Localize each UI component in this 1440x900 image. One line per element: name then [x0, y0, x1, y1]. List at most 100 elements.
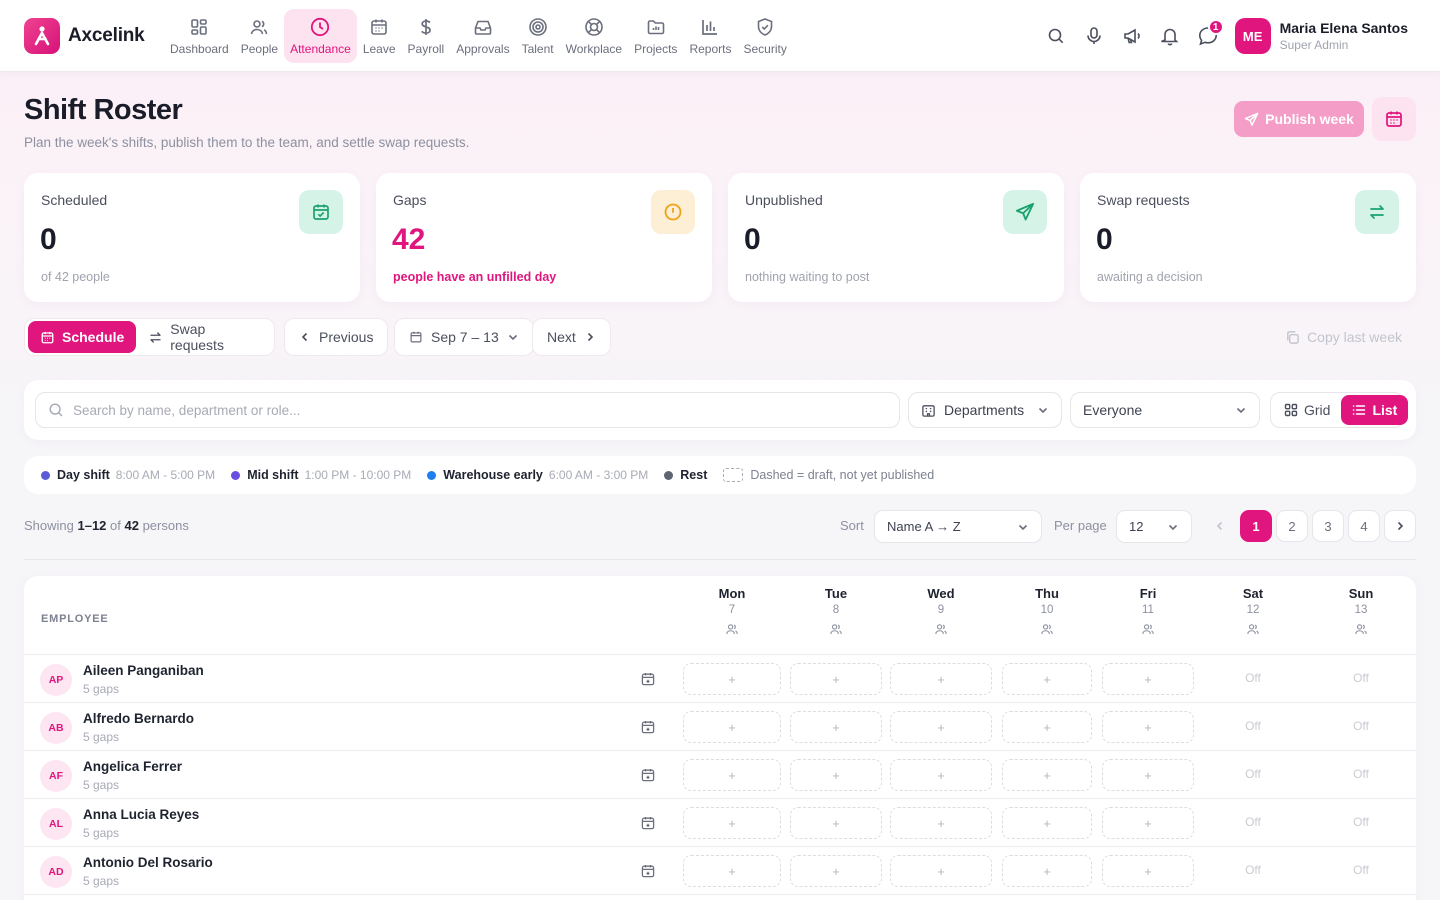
chevron-left-icon: [1214, 520, 1226, 532]
chevron-down-icon: [507, 331, 519, 343]
result-count: Showing 1–12 of 42 persons: [24, 518, 189, 533]
staff-count-icon: [1213, 622, 1293, 636]
stat-label: Unpublished: [745, 192, 823, 208]
add-shift-slot[interactable]: +: [790, 759, 882, 791]
page-2-button[interactable]: 2: [1276, 510, 1308, 542]
add-shift-slot[interactable]: +: [890, 663, 992, 695]
stat-note: nothing waiting to post: [745, 270, 870, 284]
app-logo[interactable]: Axcelink: [24, 18, 145, 54]
add-shift-slot[interactable]: +: [790, 663, 882, 695]
dashed-box-icon: [723, 468, 744, 482]
nav-approvals[interactable]: Approvals: [450, 9, 515, 63]
add-shift-slot[interactable]: +: [1102, 711, 1194, 743]
page-1-button[interactable]: 1: [1240, 510, 1272, 542]
add-shift-slot[interactable]: +: [890, 855, 992, 887]
legend-note: Dashed = draft, not yet published: [750, 468, 935, 482]
schedule-employee-icon[interactable]: [640, 863, 656, 879]
publish-week-button[interactable]: Publish week: [1234, 101, 1364, 137]
add-shift-slot[interactable]: +: [790, 807, 882, 839]
previous-week-button[interactable]: Previous: [284, 318, 389, 356]
nav-talent[interactable]: Talent: [516, 9, 560, 63]
chevron-down-icon: [1235, 404, 1247, 416]
nav-reports[interactable]: Reports: [683, 9, 737, 63]
add-shift-slot[interactable]: +: [683, 807, 781, 839]
add-shift-slot[interactable]: +: [790, 711, 882, 743]
stat-label: Gaps: [393, 192, 427, 208]
avatar: ME: [1234, 18, 1271, 54]
employee-name[interactable]: Alfredo Bernardo: [83, 711, 194, 726]
sort-select[interactable]: Name A → Z: [874, 510, 1042, 543]
employee-name[interactable]: Anna Lucia Reyes: [83, 807, 199, 822]
add-shift-slot[interactable]: +: [890, 711, 992, 743]
nav-label: Attendance: [290, 42, 351, 56]
schedule-employee-icon[interactable]: [640, 719, 656, 735]
nav-workplace[interactable]: Workplace: [560, 9, 628, 63]
nav-payroll[interactable]: Payroll: [402, 9, 451, 63]
nav-dashboard[interactable]: Dashboard: [164, 9, 235, 63]
add-shift-slot[interactable]: +: [1002, 855, 1092, 887]
search-button[interactable]: [1037, 17, 1075, 55]
calendar-view-button[interactable]: [1372, 97, 1416, 141]
copy-last-week-button[interactable]: Copy last week: [1271, 318, 1416, 356]
add-shift-slot[interactable]: +: [1002, 759, 1092, 791]
day-column-header: Wed 9: [901, 586, 981, 636]
legend-item-rest: Rest: [664, 468, 707, 482]
per-page-select[interactable]: 12: [1116, 510, 1192, 543]
scope-filter[interactable]: Everyone: [1070, 392, 1260, 428]
legend-item-mid-shift: Mid shift 1:00 PM - 10:00 PM: [231, 468, 411, 482]
off-day-label: Off: [1245, 719, 1261, 733]
nav-projects[interactable]: Projects: [628, 9, 683, 63]
add-shift-slot[interactable]: +: [1102, 663, 1194, 695]
notifications-button[interactable]: [1151, 17, 1189, 55]
employee-name[interactable]: Aileen Panganiban: [83, 663, 204, 678]
employee-name[interactable]: Antonio Del Rosario: [83, 855, 213, 870]
user-menu[interactable]: ME Maria Elena Santos Super Admin: [1234, 18, 1408, 54]
tab-swap-requests[interactable]: Swap requests: [136, 321, 271, 353]
add-shift-slot[interactable]: +: [1102, 807, 1194, 839]
prev-page-button[interactable]: [1204, 510, 1236, 542]
department-filter[interactable]: Departments: [908, 392, 1062, 428]
next-week-button[interactable]: Next: [532, 318, 611, 356]
alert-circle-icon: [651, 190, 695, 234]
add-shift-slot[interactable]: +: [683, 711, 781, 743]
day-column-header: Tue 8: [796, 586, 876, 636]
add-shift-slot[interactable]: +: [1102, 759, 1194, 791]
sort-value: Name A → Z: [887, 519, 961, 534]
day-date: 11: [1142, 604, 1154, 616]
messages-button[interactable]: 1: [1189, 17, 1227, 55]
schedule-employee-icon[interactable]: [640, 671, 656, 687]
add-shift-slot[interactable]: +: [890, 759, 992, 791]
legend-name: Warehouse early: [443, 468, 543, 482]
add-shift-slot[interactable]: +: [683, 855, 781, 887]
add-shift-slot[interactable]: +: [1002, 663, 1092, 695]
nav-attendance[interactable]: Attendance: [284, 9, 357, 63]
nav-people[interactable]: People: [235, 9, 284, 63]
week-range-picker[interactable]: Sep 7 – 13: [394, 318, 534, 356]
add-shift-slot[interactable]: +: [1002, 711, 1092, 743]
showing-prefix: Showing: [24, 518, 78, 533]
nav-security[interactable]: Security: [737, 9, 792, 63]
page-4-button[interactable]: 4: [1348, 510, 1380, 542]
list-view-button[interactable]: List: [1341, 395, 1409, 425]
staff-count-icon: [901, 622, 981, 636]
search-input[interactable]: [73, 402, 853, 418]
schedule-employee-icon[interactable]: [640, 815, 656, 831]
next-page-button[interactable]: [1384, 510, 1416, 542]
day-column-header: Sat 12: [1213, 586, 1293, 636]
employee-name[interactable]: Angelica Ferrer: [83, 759, 182, 774]
add-shift-slot[interactable]: +: [1002, 807, 1092, 839]
grid-view-button[interactable]: Grid: [1273, 395, 1341, 425]
schedule-employee-icon[interactable]: [640, 767, 656, 783]
chevron-right-icon: [584, 331, 596, 343]
add-shift-slot[interactable]: +: [1102, 855, 1194, 887]
nav-leave[interactable]: Leave: [357, 9, 402, 63]
tab-schedule[interactable]: Schedule: [28, 321, 137, 353]
voice-button[interactable]: [1075, 17, 1113, 55]
add-shift-slot[interactable]: +: [683, 759, 781, 791]
add-shift-slot[interactable]: +: [890, 807, 992, 839]
announcements-button[interactable]: [1113, 17, 1151, 55]
table-row: AD Antonio Del Rosario 5 gaps + + + + + Off Off: [24, 847, 1416, 895]
page-3-button[interactable]: 3: [1312, 510, 1344, 542]
add-shift-slot[interactable]: +: [683, 663, 781, 695]
add-shift-slot[interactable]: +: [790, 855, 882, 887]
